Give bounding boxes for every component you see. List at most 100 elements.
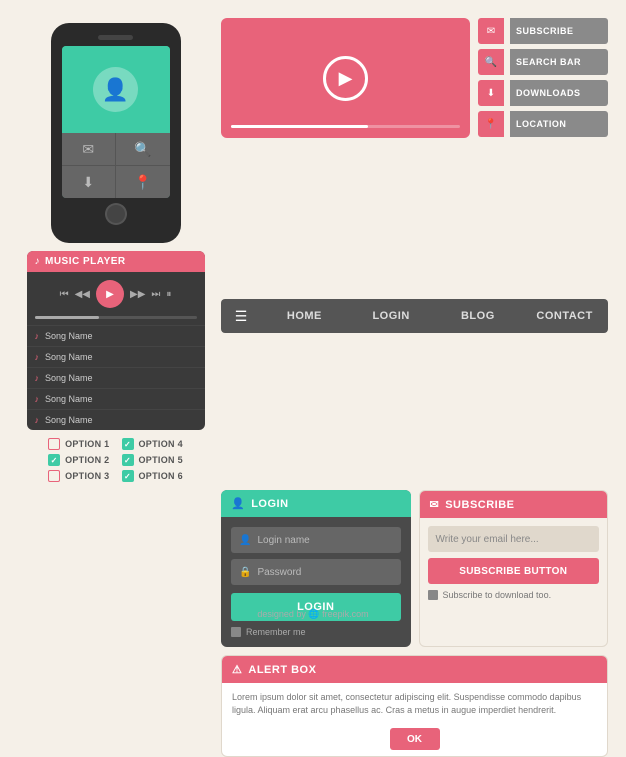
alert-body-text: Lorem ipsum dolor sit amet, consectetur … — [222, 683, 607, 724]
watermark: designed by 🌐 freepik.com — [257, 609, 368, 620]
phone-icon-location[interactable]: 📍 — [116, 166, 170, 198]
nav-blog[interactable]: BLOG — [435, 310, 522, 322]
phone-screen: 👤 ✉ 🔍 ⬇ 📍 — [62, 46, 170, 198]
checkbox-option-1[interactable] — [48, 438, 60, 450]
navigation-bar: ☰ HOME LOGIN BLOG CONTACT — [221, 299, 608, 333]
location-button[interactable]: 📍 LOCATION — [478, 111, 608, 137]
option-4-label: OPTION 4 — [139, 439, 183, 449]
option-6-label: OPTION 6 — [139, 471, 183, 481]
video-progress-fill — [231, 125, 368, 128]
phone-icon-download[interactable]: ⬇ — [62, 166, 116, 198]
video-player[interactable]: ▶ — [221, 18, 470, 138]
remember-me-label: Remember me — [246, 627, 306, 637]
checkbox-option-4[interactable]: ✓ — [122, 438, 134, 450]
downloads-button[interactable]: ⬇ DOWNLOADS — [478, 80, 608, 106]
option-2[interactable]: ✓ OPTION 2 — [48, 454, 109, 466]
phone-mockup: 👤 ✉ 🔍 ⬇ 📍 — [51, 23, 181, 243]
hamburger-menu-icon[interactable]: ☰ — [221, 308, 261, 325]
bottom-panels: 👤 LOGIN 👤 Login name 🔒 Password LOGIN Re… — [221, 490, 608, 757]
song-icon: ♪ — [35, 352, 40, 362]
option-3-label: OPTION 3 — [65, 471, 109, 481]
option-6[interactable]: ✓ OPTION 6 — [122, 470, 183, 482]
subscribe-button[interactable]: SUBSCRIBE BUTTON — [428, 558, 600, 584]
subscribe-download-box[interactable] — [428, 590, 438, 600]
fast-forward-button[interactable]: ▶▶ — [130, 289, 145, 300]
login-panel: 👤 LOGIN 👤 Login name 🔒 Password LOGIN Re… — [221, 490, 411, 647]
phone-icon-search[interactable]: 🔍 — [116, 133, 170, 165]
search-icon: 🔍 — [478, 49, 504, 75]
username-icon: 👤 — [239, 535, 251, 546]
checkbox-option-5[interactable]: ✓ — [122, 454, 134, 466]
subscribe-panel-header: ✉ SUBSCRIBE — [420, 491, 608, 518]
list-item[interactable]: ♪ Song Name — [27, 409, 205, 430]
sidebar-buttons: ✉ SUBSCRIBE 🔍 SEARCH BAR ⬇ DOWNLOADS 📍 L… — [478, 18, 608, 287]
list-item[interactable]: ♪ Song Name — [27, 325, 205, 346]
video-progress-bar[interactable] — [231, 125, 460, 128]
checkbox-option-6[interactable]: ✓ — [122, 470, 134, 482]
nav-login[interactable]: LOGIN — [348, 310, 435, 322]
option-3[interactable]: OPTION 3 — [48, 470, 109, 482]
song-icon: ♪ — [35, 394, 40, 404]
password-placeholder: Password — [257, 567, 301, 578]
login-panel-body: 👤 Login name 🔒 Password LOGIN Remember m… — [221, 517, 411, 647]
nav-home[interactable]: HOME — [261, 310, 348, 322]
song-icon: ♪ — [35, 331, 40, 341]
pause-button[interactable]: ⏸ — [166, 289, 171, 300]
option-5-label: OPTION 5 — [139, 455, 183, 465]
mail-icon: ✉ — [430, 498, 440, 511]
option-5[interactable]: ✓ OPTION 5 — [122, 454, 183, 466]
song-name: Song Name — [45, 331, 93, 341]
list-item[interactable]: ♪ Song Name — [27, 346, 205, 367]
song-icon: ♪ — [35, 373, 40, 383]
username-placeholder: Login name — [257, 535, 309, 546]
mail-icon: ✉ — [478, 18, 504, 44]
options-grid: OPTION 1 ✓ OPTION 4 ✓ OPTION 2 ✓ OPTION … — [48, 438, 183, 482]
email-placeholder: Write your email here... — [436, 534, 539, 545]
phone-icon-mail[interactable]: ✉ — [62, 133, 116, 165]
alert-icon: ⚠ — [232, 663, 242, 676]
song-name: Song Name — [45, 394, 93, 404]
skip-forward-button[interactable]: ⏭ — [151, 289, 160, 300]
subscribe-download-checkbox[interactable]: Subscribe to download too. — [428, 590, 600, 600]
phone-home-button[interactable] — [105, 203, 127, 225]
list-item[interactable]: ♪ Song Name — [27, 388, 205, 409]
email-input-field[interactable]: Write your email here... — [428, 526, 600, 552]
login-username-field[interactable]: 👤 Login name — [231, 527, 401, 553]
alert-panel: ⚠ ALERT BOX Lorem ipsum dolor sit amet, … — [221, 655, 608, 757]
play-button[interactable]: ▶ — [96, 280, 124, 308]
phone-icons-grid: ✉ 🔍 ⬇ 📍 — [62, 133, 170, 198]
ok-button[interactable]: OK — [390, 728, 440, 750]
download-icon: ⬇ — [478, 80, 504, 106]
list-item[interactable]: ♪ Song Name — [27, 367, 205, 388]
login-password-field[interactable]: 🔒 Password — [231, 559, 401, 585]
music-progress-bar[interactable] — [35, 316, 197, 319]
music-player: ♪ MUSIC PLAYER ⏮ ◀◀ ▶ ▶▶ ⏭ ⏸ ♪ Song Name — [27, 251, 205, 430]
search-bar-button[interactable]: 🔍 SEARCH BAR — [478, 49, 608, 75]
song-name: Song Name — [45, 373, 93, 383]
downloads-label: DOWNLOADS — [510, 80, 608, 106]
option-1[interactable]: OPTION 1 — [48, 438, 109, 450]
video-play-button[interactable]: ▶ — [323, 56, 368, 101]
music-controls: ⏮ ◀◀ ▶ ▶▶ ⏭ ⏸ — [27, 272, 205, 316]
login-header-label: LOGIN — [251, 498, 288, 510]
option-4[interactable]: ✓ OPTION 4 — [122, 438, 183, 450]
music-player-title: MUSIC PLAYER — [45, 256, 126, 267]
checkbox-option-2[interactable]: ✓ — [48, 454, 60, 466]
remember-me-box[interactable] — [231, 627, 241, 637]
skip-back-button[interactable]: ⏮ — [60, 289, 69, 300]
checkbox-option-3[interactable] — [48, 470, 60, 482]
alert-header-label: ALERT BOX — [248, 664, 316, 676]
subscribe-panel: ✉ SUBSCRIBE Write your email here... SUB… — [419, 490, 609, 647]
subscribe-header-label: SUBSCRIBE — [445, 499, 514, 511]
song-icon: ♪ — [35, 415, 40, 425]
song-list: ♪ Song Name ♪ Song Name ♪ Song Name ♪ So… — [27, 325, 205, 430]
right-top-section: ▶ ✉ SUBSCRIBE 🔍 SEARCH BAR ⬇ DOWNLOADS 📍… — [221, 18, 608, 287]
user-icon: 👤 — [231, 497, 245, 510]
location-icon: 📍 — [478, 111, 504, 137]
rewind-button[interactable]: ◀◀ — [75, 289, 90, 300]
remember-me-checkbox[interactable]: Remember me — [231, 627, 401, 637]
login-panel-header: 👤 LOGIN — [221, 490, 411, 517]
subscribe-button[interactable]: ✉ SUBSCRIBE — [478, 18, 608, 44]
option-2-label: OPTION 2 — [65, 455, 109, 465]
nav-contact[interactable]: CONTACT — [521, 310, 608, 322]
